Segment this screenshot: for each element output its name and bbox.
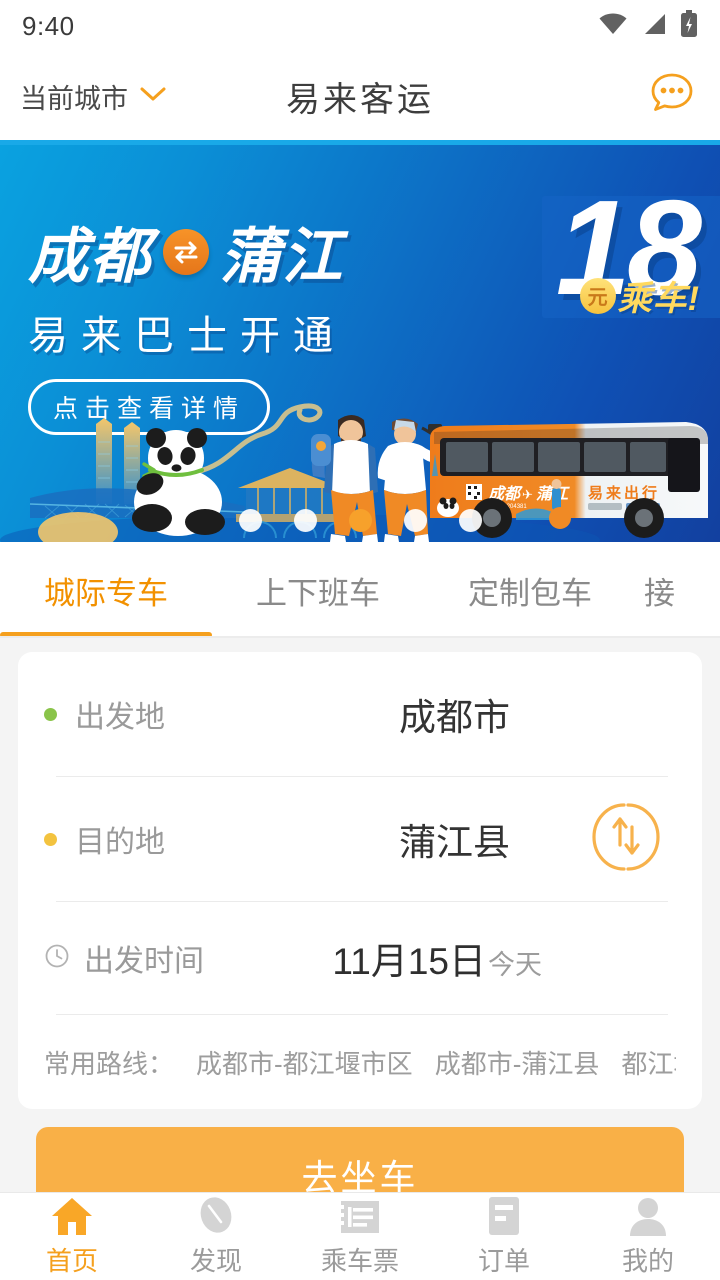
nav-item-home[interactable]: 首页 — [0, 1195, 144, 1278]
banner-subtitle: 易来巴士开通 — [28, 314, 346, 358]
destination-bullet-icon — [44, 832, 57, 846]
common-routes-row: 常用路线： 成都市-都江堰市区 成都市-蒲江县 都江堰市区- — [44, 1015, 676, 1109]
banner-dot-active[interactable] — [348, 509, 372, 532]
swap-locations-button[interactable] — [582, 795, 670, 883]
swap-horizontal-icon — [163, 228, 209, 275]
origin-row[interactable]: 出发地 成都市 — [44, 652, 676, 776]
banner-destination: 蒲江 — [220, 223, 344, 290]
compass-icon — [194, 1195, 238, 1237]
origin-bullet-icon — [44, 707, 57, 721]
common-routes-label: 常用路线： — [44, 1048, 175, 1079]
nav-label-ticket: 乘车票 — [320, 1246, 399, 1276]
banner-price-unit: 元 — [579, 277, 616, 314]
cellular-signal-icon — [641, 12, 667, 41]
city-selector[interactable]: 当前城市 — [20, 77, 167, 116]
banner-top-accent-line — [0, 140, 720, 145]
nav-item-ticket[interactable]: 乘车票 — [288, 1195, 432, 1278]
status-bar-icons — [598, 9, 698, 43]
banner-price-plate: 18 元 乘车! — [541, 178, 720, 320]
origin-label-group: 出发地 — [44, 692, 399, 736]
nav-label-order: 订单 — [477, 1246, 530, 1276]
banner-route-line: 成都 蒲江 — [28, 208, 346, 295]
chat-bubble-button[interactable] — [644, 68, 700, 124]
booking-form-card: 出发地 成都市 目的地 蒲江县 出发时间 11月15日今天 常用路线： 成都市-… — [18, 652, 702, 1109]
nav-item-profile[interactable]: 我的 — [576, 1195, 720, 1278]
destination-label-group: 目的地 — [44, 817, 399, 861]
banner-origin: 成都 — [28, 223, 152, 290]
battery-charging-icon — [680, 9, 698, 43]
common-route-item[interactable]: 成都市-蒲江县 — [435, 1044, 600, 1081]
origin-value[interactable]: 成都市 — [399, 687, 510, 741]
nav-item-order[interactable]: 订单 — [432, 1195, 576, 1278]
tabs-baseline — [0, 636, 720, 638]
departure-date-value: 11月15日 — [332, 941, 486, 982]
person-icon — [627, 1195, 669, 1237]
order-list-icon — [484, 1195, 524, 1237]
banner-price-unit-row: 元 乘车! — [579, 271, 700, 320]
tab-pickup-partial[interactable]: 接 — [636, 542, 716, 638]
banner-dot[interactable] — [458, 509, 482, 532]
wifi-icon — [598, 12, 628, 41]
origin-label: 出发地 — [75, 701, 165, 734]
nav-label-profile: 我的 — [621, 1246, 674, 1276]
nav-item-discover[interactable]: 发现 — [144, 1195, 288, 1278]
service-tabs: 城际专车 上下班车 定制包车 接 — [0, 542, 720, 638]
common-route-item[interactable]: 都江堰市区- — [621, 1044, 676, 1081]
departure-time-label: 出发时间 — [84, 945, 204, 978]
home-icon — [49, 1195, 95, 1237]
banner-dot[interactable] — [238, 509, 262, 532]
nav-label-home: 首页 — [45, 1246, 98, 1276]
chevron-down-icon — [139, 85, 167, 108]
tab-commuter-bus[interactable]: 上下班车 — [212, 542, 424, 638]
common-route-item[interactable]: 成都市-都江堰市区 — [196, 1044, 413, 1081]
nav-label-discover: 发现 — [189, 1246, 242, 1276]
departure-time-label-group: 出发时间 — [44, 936, 332, 980]
tab-custom-charter[interactable]: 定制包车 — [424, 542, 636, 638]
banner-pagination-dots[interactable] — [0, 509, 720, 532]
banner-price-block: 18 元 乘车! — [541, 178, 720, 320]
promo-banner[interactable]: 成都 蒲江 易来巴士开通 点击查看详情 18 元 乘车! 成都 ✈ 易来出行 — [0, 140, 720, 542]
destination-label: 目的地 — [75, 826, 165, 859]
tab-intercity-shuttle[interactable]: 城际专车 — [0, 542, 212, 638]
swap-vertical-icon — [586, 797, 666, 882]
banner-price-suffix: 乘车! — [617, 280, 700, 319]
ticket-icon — [337, 1195, 383, 1237]
booking-section: 出发地 成都市 目的地 蒲江县 出发时间 11月15日今天 常用路线： 成都市-… — [0, 638, 720, 1223]
app-header: 当前城市 易来客运 — [0, 52, 720, 140]
city-selector-label: 当前城市 — [20, 83, 128, 114]
svg-text:✈: ✈ — [522, 487, 533, 502]
departure-date-today-tag: 今天 — [488, 950, 542, 980]
status-bar: 9:40 — [0, 0, 720, 52]
destination-row[interactable]: 目的地 蒲江县 — [44, 777, 676, 901]
departure-time-row[interactable]: 出发时间 11月15日今天 — [44, 902, 676, 1014]
status-bar-time: 9:40 — [22, 10, 75, 41]
banner-dot[interactable] — [293, 509, 317, 532]
departure-time-value-group[interactable]: 11月15日今天 — [332, 931, 542, 985]
bottom-navigation: 首页 发现 乘车票 订单 我的 — [0, 1192, 720, 1280]
destination-value[interactable]: 蒲江县 — [399, 812, 510, 866]
banner-dot[interactable] — [403, 509, 427, 532]
chat-bubble-icon — [646, 69, 698, 124]
clock-icon — [44, 943, 70, 974]
